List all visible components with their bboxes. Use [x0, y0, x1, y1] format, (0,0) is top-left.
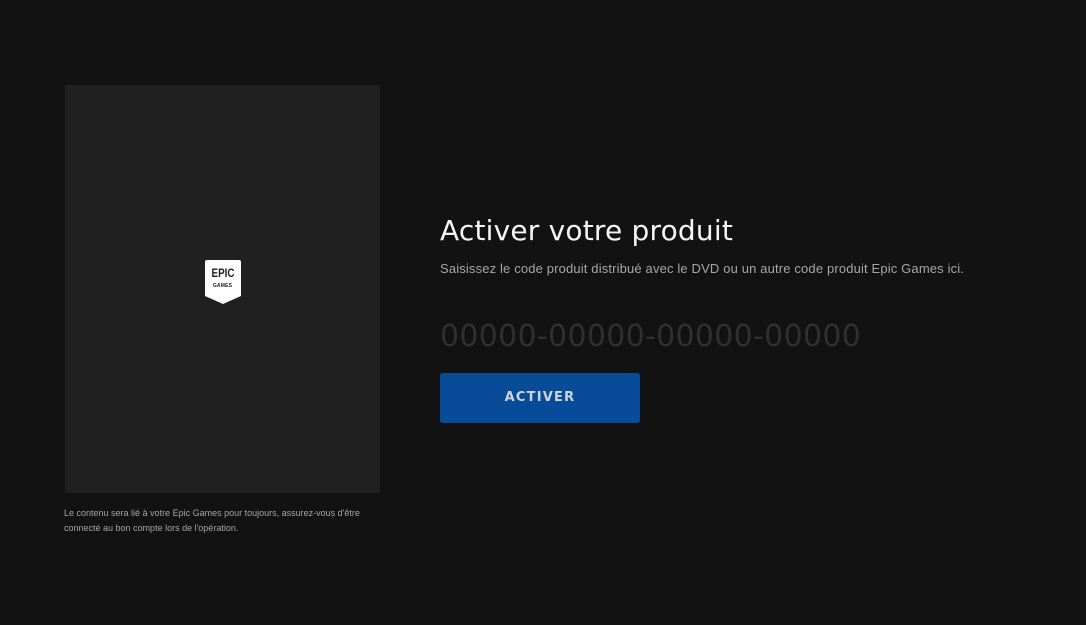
activation-instructions: Saisissez le code produit distribué avec…	[440, 261, 965, 276]
account-link-disclaimer: Le contenu sera lié à votre Epic Games p…	[64, 508, 360, 533]
activate-button[interactable]: ACTIVER	[440, 373, 640, 423]
epic-logo-text: EPIC	[211, 266, 234, 280]
product-art-panel: EPIC GAMES	[65, 85, 380, 493]
games-logo-text: GAMES	[212, 283, 233, 289]
epic-games-logo-icon: EPIC GAMES	[204, 260, 241, 304]
page-title: Activer votre produit	[440, 214, 734, 247]
product-code-input[interactable]	[440, 316, 870, 356]
activation-section: Activer votre produit Saisissez le code …	[440, 213, 1060, 423]
